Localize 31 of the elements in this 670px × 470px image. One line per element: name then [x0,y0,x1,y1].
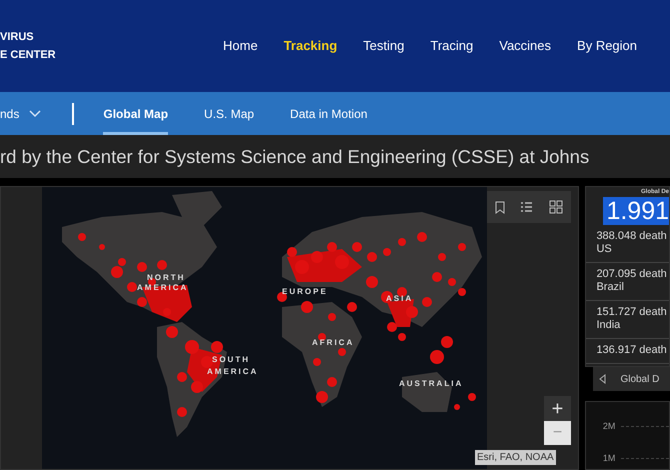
logo-text: E CENTER [0,48,57,63]
grid-icon[interactable] [549,200,564,214]
nav-link[interactable]: Tracing [430,36,474,56]
map-label: AUSTRALIA [399,379,464,388]
bookmark-icon[interactable] [494,200,505,214]
map-label: AFRICA [312,338,354,347]
list-item[interactable]: 207.095 death Brazil [586,263,669,301]
nav-link[interactable]: Testing [363,36,404,56]
attribution-text: Esri, FAO, NOAA [475,450,556,465]
nav-link[interactable]: Home [223,36,258,56]
logo-text: VIRUS [0,30,35,45]
pager-label: Global D [620,372,660,386]
axis-tick-label: 2M [602,420,616,433]
nav-link[interactable]: Vaccines [499,36,552,56]
list-item[interactable]: 388.048 death US [586,225,669,263]
nav-link[interactable]: By Region [577,36,638,56]
chevron-down-icon [29,110,42,118]
dropdown-button[interactable]: nds [0,92,42,135]
triangle-left-icon[interactable] [599,374,606,384]
list-item[interactable]: 136.917 death [586,339,669,364]
tab[interactable]: Data in Motion [290,92,368,135]
list-item[interactable]: 151.727 death India [586,301,669,339]
zoom-in-button[interactable]: + [544,396,571,421]
total-deaths: 1.991 [603,197,669,225]
nav-link[interactable]: Tracking [284,36,338,56]
tab[interactable]: U.S. Map [204,92,254,135]
axis-tick-label: 1M [602,452,616,464]
banner-text: rd by the Center for Systems Science and Engineering (CSSE) at Johns [0,144,590,169]
map-label: EUROPE [282,287,328,296]
list-icon[interactable] [520,200,534,214]
map-label: NORTH [147,273,186,282]
